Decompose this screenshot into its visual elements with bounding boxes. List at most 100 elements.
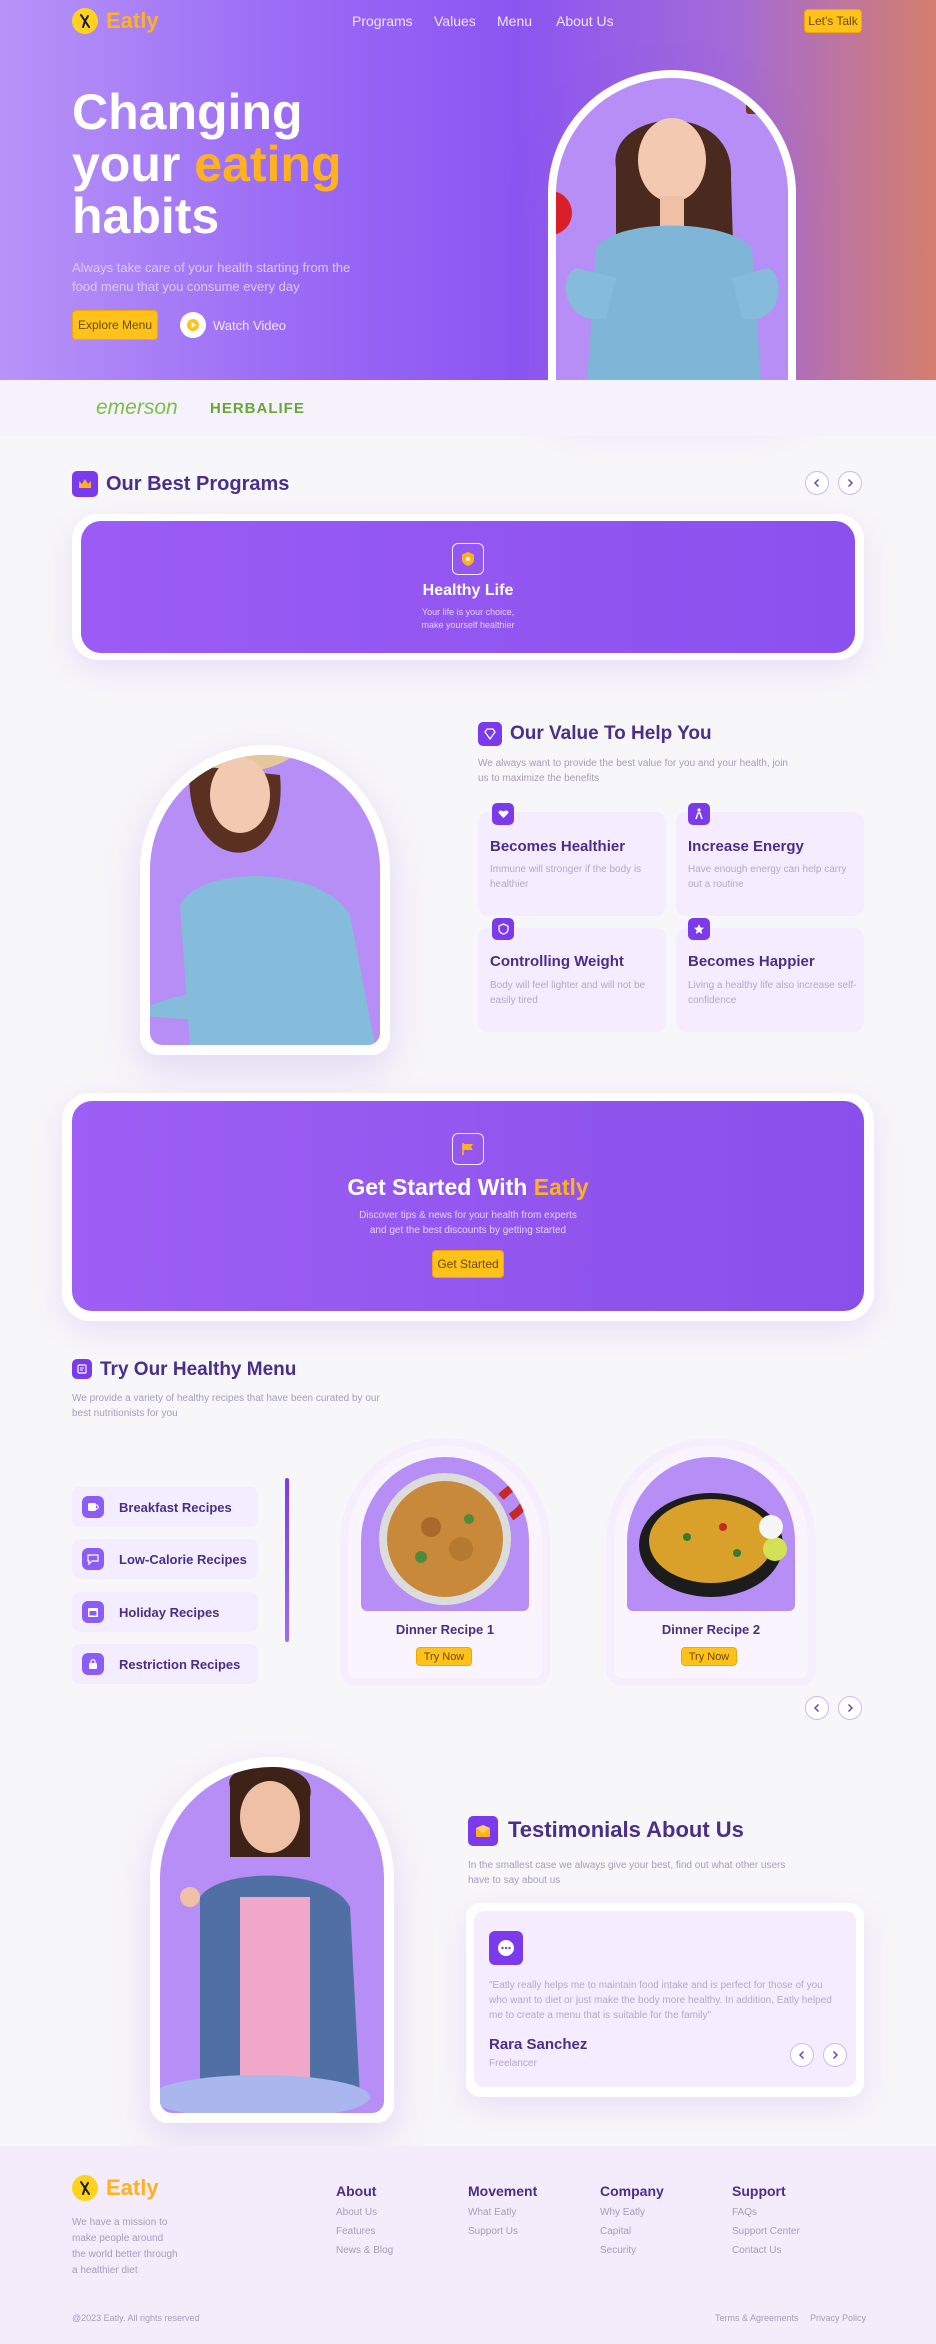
menu-subtitle: We provide a variety of healthy recipes … xyxy=(72,1393,380,1419)
partner-herbalife-logo: HERBALIFE xyxy=(210,400,305,417)
testimonial-prev-button[interactable] xyxy=(790,2043,814,2067)
value-card-text: Body will feel lighter and will not be e… xyxy=(490,980,646,1006)
logo-mark-icon xyxy=(72,8,98,34)
cup-icon xyxy=(82,1496,104,1518)
value-subtitle: We always want to provide the best value… xyxy=(478,758,788,784)
testimonials-heading: Testimonials About Us xyxy=(508,1817,744,1842)
menu-book-icon xyxy=(72,1359,92,1379)
program-card-text: Your life is your choice, make yourself … xyxy=(421,607,515,630)
chevron-left-icon xyxy=(798,2050,805,2060)
get-started-button[interactable]: Get Started xyxy=(432,1250,504,1278)
footer-link-features[interactable]: Features xyxy=(336,2226,375,2237)
brand-name: Eatly xyxy=(106,8,159,33)
footer-link-security[interactable]: Security xyxy=(600,2245,636,2256)
chevron-right-icon xyxy=(847,1703,854,1713)
value-card-title: Becomes Healthier xyxy=(490,838,626,855)
recipe-1-title: Dinner Recipe 1 xyxy=(395,1622,495,1637)
menu-category-low-calorie[interactable]: Low-Calorie Recipes xyxy=(72,1539,258,1579)
footer-col-company-title: Company xyxy=(600,2183,664,2199)
get-started-subtitle: Discover tips & news for your health fro… xyxy=(359,1210,577,1236)
value-card-title: Controlling Weight xyxy=(490,953,624,970)
get-started-title-accent: Eatly xyxy=(533,1174,589,1200)
hero-title-line3: habits xyxy=(72,188,220,244)
hero-woman-image xyxy=(556,78,788,398)
value-woman-image xyxy=(150,755,380,1045)
footer-link-support-center[interactable]: Support Center xyxy=(732,2226,800,2237)
menu-category-label: Breakfast Recipes xyxy=(119,1500,232,1515)
hero-title: Changing your eating habits xyxy=(72,86,372,242)
recipe-1-try-now-button[interactable]: Try Now xyxy=(416,1647,472,1666)
shield-icon xyxy=(452,543,484,575)
footer-link-contact-us[interactable]: Contact Us xyxy=(732,2245,781,2256)
programs-heading: Our Best Programs xyxy=(106,473,290,495)
footer-logo[interactable]: Eatly xyxy=(72,2175,159,2201)
mail-icon xyxy=(468,1816,498,1846)
crown-icon xyxy=(72,471,98,497)
energy-icon xyxy=(688,803,710,825)
program-card-title: Healthy Life xyxy=(422,582,514,599)
footer-copyright: @2023 Eatly. All rights reserved xyxy=(72,2313,200,2323)
chevron-left-icon xyxy=(813,1703,820,1713)
testimonial-next-button[interactable] xyxy=(823,2043,847,2067)
programs-prev-button[interactable] xyxy=(805,471,829,495)
footer-tagline: We have a mission to make people around … xyxy=(72,2217,178,2276)
menu-next-button[interactable] xyxy=(838,1696,862,1720)
chevron-left-icon xyxy=(813,478,820,488)
footer-col-movement-title: Movement xyxy=(468,2183,538,2199)
footer-link-support-us[interactable]: Support Us xyxy=(468,2226,518,2237)
explore-menu-button[interactable]: Explore Menu xyxy=(72,310,158,340)
footer-privacy-link[interactable]: Privacy Policy xyxy=(810,2313,866,2323)
value-card-text: Immune will stronger if the body is heal… xyxy=(490,864,642,890)
footer-link-news-blog[interactable]: News & Blog xyxy=(336,2245,393,2256)
recipe-2-try-now-button[interactable]: Try Now xyxy=(681,1647,737,1666)
footer-terms-link[interactable]: Terms & Agreements xyxy=(715,2313,799,2323)
get-started-title: Get Started With Eatly xyxy=(72,1174,864,1201)
shield-check-icon xyxy=(492,918,514,940)
recipe-2-title: Dinner Recipe 2 xyxy=(661,1622,761,1637)
menu-category-label: Restriction Recipes xyxy=(119,1657,241,1672)
programs-next-button[interactable] xyxy=(838,471,862,495)
footer-col-about-title: About xyxy=(336,2183,377,2199)
footer-link-about-us[interactable]: About Us xyxy=(336,2207,377,2218)
footer-link-faqs[interactable]: FAQs xyxy=(732,2207,757,2218)
menu-scroll-thumb[interactable] xyxy=(285,1478,289,1642)
testimonials-subtitle: In the smallest case we always give your… xyxy=(468,1860,786,1886)
gem-icon xyxy=(478,722,502,746)
value-card-text: Have enough energy can help carry out a … xyxy=(688,864,847,890)
get-started-title-prefix: Get Started With xyxy=(347,1174,528,1200)
value-card-title: Becomes Happier xyxy=(688,953,815,970)
menu-category-restriction[interactable]: Restriction Recipes xyxy=(72,1644,258,1684)
flag-icon xyxy=(452,1133,484,1165)
brand-logo[interactable]: Eatly xyxy=(72,8,159,34)
chevron-right-icon xyxy=(847,478,854,488)
footer-link-capital[interactable]: Capital xyxy=(600,2226,631,2237)
lock-icon xyxy=(82,1653,104,1675)
value-card-title: Increase Energy xyxy=(688,838,804,855)
chat-bubble-icon xyxy=(489,1931,523,1965)
nav-menu[interactable]: Menu xyxy=(497,13,532,29)
menu-category-breakfast[interactable]: Breakfast Recipes xyxy=(72,1487,258,1527)
footer-col-support-title: Support xyxy=(732,2183,786,2199)
menu-category-holiday[interactable]: Holiday Recipes xyxy=(72,1592,258,1632)
nav-values[interactable]: Values xyxy=(434,13,476,29)
footer-brand-name: Eatly xyxy=(106,2175,159,2200)
chevron-right-icon xyxy=(832,2050,839,2060)
chat-icon xyxy=(82,1548,104,1570)
logo-mark-icon xyxy=(72,2175,98,2201)
partner-emerson-logo: emerson xyxy=(96,396,178,419)
nav-programs[interactable]: Programs xyxy=(352,13,413,29)
value-heading: Our Value To Help You xyxy=(510,723,712,744)
footer-link-what-eatly[interactable]: What Eatly xyxy=(468,2207,516,2218)
footer-link-why-eatly[interactable]: Why Eatly xyxy=(600,2207,645,2218)
nav-about-us[interactable]: About Us xyxy=(556,13,614,29)
testimonial-quote: "Eatly really helps me to maintain food … xyxy=(489,1980,832,2021)
hero-title-your: your xyxy=(72,136,181,192)
menu-prev-button[interactable] xyxy=(805,1696,829,1720)
calendar-icon xyxy=(82,1601,104,1623)
watch-video-link[interactable]: Watch Video xyxy=(213,318,286,333)
value-card-text: Living a healthy life also increase self… xyxy=(688,980,857,1006)
play-icon[interactable] xyxy=(180,312,206,338)
star-icon xyxy=(688,918,710,940)
lets-talk-button[interactable]: Let's Talk xyxy=(804,9,862,33)
testimonial-woman-image xyxy=(160,1767,384,2113)
